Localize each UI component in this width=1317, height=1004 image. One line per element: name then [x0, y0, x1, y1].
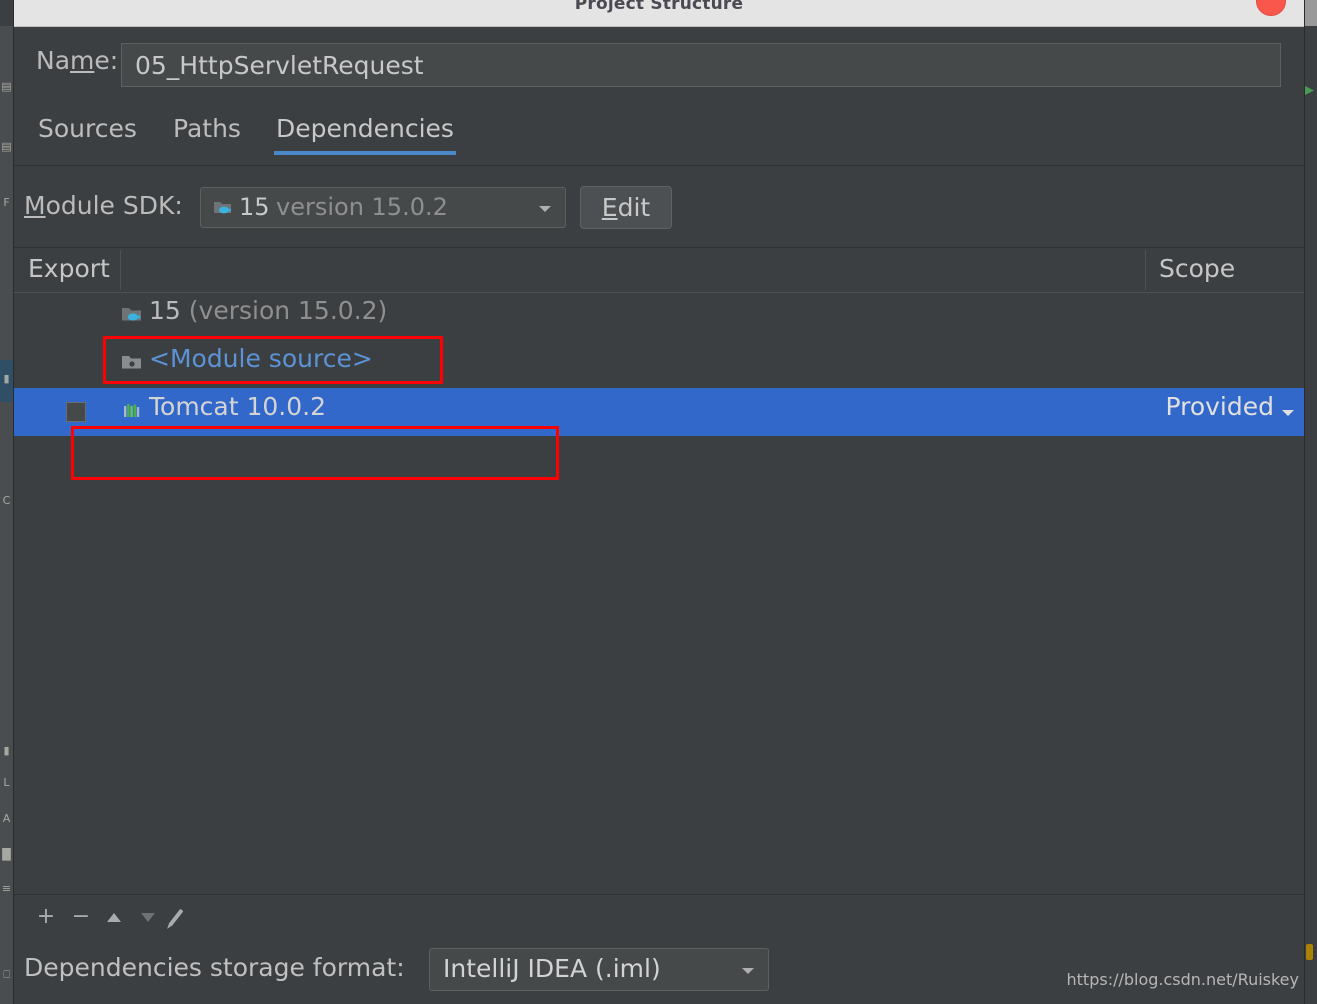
column-divider[interactable] [120, 250, 121, 290]
edit-dependency-button[interactable] [168, 903, 197, 931]
table-row-label: <Module source> [149, 344, 373, 373]
module-tabs: Sources Paths Dependencies [14, 108, 1304, 166]
project-structure-dialog: Project Structure Name: 05_HttpServletRe… [14, 0, 1304, 1004]
dependencies-toolbar: + − [14, 894, 1304, 941]
jdk-folder-icon [122, 308, 141, 321]
background-glyph: ⎕ [3, 968, 10, 981]
background-glyph: C [2, 494, 11, 507]
minus-icon: − [71, 904, 91, 929]
dependencies-table: Export Scope 15 (version 15.0.2) <Module… [14, 247, 1304, 895]
dialog-title: Project Structure [574, 0, 744, 14]
module-source-folder-icon [122, 356, 141, 369]
background-glyph: ▮ [3, 744, 10, 757]
export-checkbox[interactable] [66, 402, 86, 422]
table-row[interactable]: <Module source> [14, 340, 1304, 388]
chevron-down-icon[interactable] [1282, 410, 1294, 416]
module-name-row: Name: 05_HttpServletRequest [14, 26, 1304, 98]
remove-dependency-button[interactable]: − [67, 903, 95, 931]
background-ide-right-strip [1303, 0, 1317, 1004]
storage-format-value: IntelliJ IDEA (.iml) [443, 954, 661, 983]
background-glyph: ▤ [1, 140, 12, 153]
tab-sources[interactable]: Sources [36, 114, 139, 155]
scope-combobox[interactable]: Provided [1145, 392, 1304, 421]
add-dependency-button[interactable]: + [32, 903, 60, 931]
module-name-input[interactable]: 05_HttpServletRequest [121, 43, 1281, 87]
arrow-up-icon [107, 913, 121, 922]
module-name-label: Name: [36, 46, 119, 75]
background-marker [1306, 944, 1313, 960]
dependencies-table-body: 15 (version 15.0.2) <Module source> Tomc… [14, 292, 1304, 895]
module-sdk-version: version 15.0.2 [276, 193, 448, 221]
storage-format-combobox[interactable]: IntelliJ IDEA (.iml) [429, 948, 769, 991]
watermark-text: https://blog.csdn.net/Ruiskey [1066, 970, 1299, 989]
module-sdk-combobox[interactable]: 15 version 15.0.2 [200, 187, 566, 228]
module-sdk-name: 15 [239, 193, 270, 221]
pencil-icon [168, 908, 184, 927]
storage-format-row: Dependencies storage format: IntelliJ ID… [14, 939, 1304, 1004]
module-sdk-label: Module SDK: [24, 191, 183, 220]
table-row-label: 15 (version 15.0.2) [149, 296, 387, 325]
column-header-scope[interactable]: Scope [1159, 254, 1235, 283]
background-glyph: ≡ [1, 882, 12, 895]
table-row[interactable]: Tomcat 10.0.2 Provided [14, 388, 1304, 436]
run-arrow-icon [1305, 86, 1314, 95]
jdk-folder-icon [214, 202, 232, 214]
table-row-label: Tomcat 10.0.2 [149, 392, 327, 421]
move-up-button[interactable] [100, 903, 128, 931]
tab-dependencies[interactable]: Dependencies [274, 114, 456, 155]
background-titlebar-edge [1304, 0, 1317, 26]
module-sdk-row: Module SDK: 15 version 15.0.2 Edit [14, 166, 1304, 247]
chevron-down-icon[interactable] [742, 968, 754, 974]
chevron-down-icon[interactable] [539, 206, 551, 212]
plus-icon: + [36, 904, 56, 929]
storage-format-label: Dependencies storage format: [24, 953, 405, 982]
scope-value: Provided [1165, 392, 1274, 421]
dependencies-table-header: Export Scope [14, 248, 1304, 293]
background-glyph: ▤ [1, 80, 12, 93]
dialog-title-bar: Project Structure [14, 0, 1304, 27]
background-glyph: █ [2, 848, 11, 861]
background-glyph: A [2, 812, 11, 825]
module-name-value: 05_HttpServletRequest [135, 51, 424, 80]
background-glyph: L [3, 776, 10, 789]
table-row[interactable]: 15 (version 15.0.2) [14, 292, 1304, 340]
background-glyph: ▮ [3, 372, 10, 385]
arrow-down-icon [141, 913, 155, 922]
tab-paths[interactable]: Paths [171, 114, 243, 155]
library-icon [124, 404, 140, 417]
move-down-button[interactable] [134, 903, 162, 931]
table-row-name: 15 [149, 296, 181, 325]
edit-sdk-button[interactable]: Edit [580, 186, 672, 229]
table-row-name-suffix: (version 15.0.2) [188, 296, 388, 325]
edit-sdk-button-label: Edit [601, 193, 651, 222]
column-header-export[interactable]: Export [28, 254, 110, 283]
background-ide-left-strip: ▤ ▤ F ▮ C ▮ L A █ ≡ ⎕ [0, 0, 15, 1004]
background-glyph: F [3, 196, 10, 209]
column-divider[interactable] [1145, 250, 1146, 290]
